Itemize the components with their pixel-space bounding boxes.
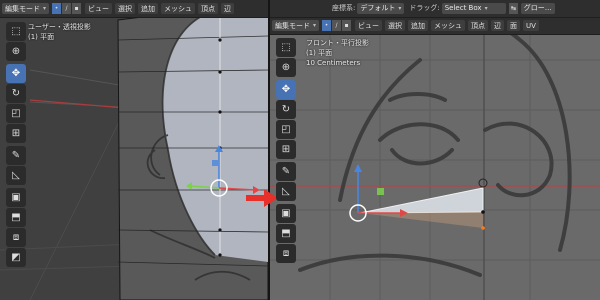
viewport-left-scene[interactable] [0, 0, 268, 300]
menu-face-right[interactable]: 面 [507, 20, 521, 32]
coordinate-value: デフォルト [360, 4, 396, 13]
view-name: ユーザー・透視投影 [28, 23, 91, 31]
mode-dropdown-label: 編集モード [5, 4, 40, 13]
annotate-icon[interactable]: ✎ [6, 146, 26, 165]
menu-vertex-left[interactable]: 頂点 [198, 3, 219, 14]
face-select-icon[interactable]: ▪ [72, 3, 82, 14]
menu-edge-left[interactable]: 辺 [221, 3, 235, 14]
object-name: (1) 平面 [306, 49, 333, 57]
menu-add-right[interactable]: 追加 [408, 20, 429, 32]
scale-icon[interactable]: ◰ [276, 120, 296, 139]
annotate-icon[interactable]: ✎ [276, 162, 296, 181]
menu-select-right[interactable]: 選択 [385, 20, 406, 32]
left-header: 編集モード ▾ • / ▪ ビュー 選択 追加 メッシュ 頂点 辺 [0, 0, 268, 18]
menu-add-left[interactable]: 追加 [138, 3, 159, 14]
drag-dropdown[interactable]: Select Box ▾ [441, 2, 506, 14]
move-icon[interactable]: ✥ [6, 64, 26, 83]
drag-label: ドラッグ: [409, 4, 440, 13]
rotate-icon[interactable]: ↻ [276, 100, 296, 119]
measure-icon[interactable]: ◺ [276, 182, 296, 201]
measure-icon[interactable]: ◺ [6, 166, 26, 185]
inset-icon[interactable]: ⧈ [6, 228, 26, 247]
view-name: フロント・平行投影 [306, 39, 369, 47]
coordinate-dropdown[interactable]: デフォルト ▾ [357, 2, 405, 14]
select-mode-group-right: • / ▪ [322, 20, 352, 32]
menu-select-left[interactable]: 選択 [115, 3, 136, 14]
add-cube-icon[interactable]: ▣ [6, 188, 26, 207]
grid-scale: 10 Centimeters [306, 59, 361, 67]
add-cube-icon[interactable]: ▣ [276, 204, 296, 223]
chevron-down-icon: ▾ [484, 4, 488, 12]
transform-icon[interactable]: ⊞ [276, 140, 296, 159]
face-select-icon[interactable]: ▪ [342, 20, 352, 32]
edge-select-icon[interactable]: / [332, 20, 342, 32]
mode-dropdown-label: 編集モード [275, 21, 310, 30]
transform-icon[interactable]: ⊞ [6, 124, 26, 143]
coordinate-label: 座標系: [332, 4, 356, 13]
chevron-down-icon: ▾ [398, 4, 402, 12]
vertex-select-icon[interactable]: • [322, 20, 332, 32]
object-name: (1) 平面 [28, 33, 55, 41]
pivot-icon[interactable]: ↹ [508, 2, 518, 14]
rotate-icon[interactable]: ↻ [6, 84, 26, 103]
menu-view-left[interactable]: ビュー [85, 3, 113, 14]
pivot-group: ↹ [508, 2, 519, 14]
select-mode-group-left: • / ▪ [52, 3, 82, 14]
select-box-icon[interactable]: ⬚ [6, 22, 26, 41]
right-header-row-bottom: 編集モード ▾ • / ▪ ビュー 選択 追加 メッシュ 頂点 辺 面 UV [270, 16, 600, 35]
chevron-down-icon: ▾ [43, 5, 47, 12]
global-value: グロー… [523, 4, 552, 13]
extrude-icon[interactable]: ⬒ [6, 208, 26, 227]
menu-mesh-right[interactable]: メッシュ [431, 20, 466, 32]
move-icon[interactable]: ✥ [276, 80, 296, 99]
viewport-info-left: ユーザー・透視投影 (1) 平面 [28, 22, 91, 42]
vertex-select-icon[interactable]: • [52, 3, 62, 14]
cursor-icon[interactable]: ⊕ [6, 42, 26, 61]
menu-edge-right[interactable]: 辺 [491, 20, 505, 32]
viewport-info-right: フロント・平行投影 (1) 平面 10 Centimeters [306, 38, 369, 68]
viewport-left[interactable]: 編集モード ▾ • / ▪ ビュー 選択 追加 メッシュ 頂点 辺 ユーザー・透… [0, 0, 268, 300]
select-box-icon[interactable]: ⬚ [276, 38, 296, 57]
drag-value: Select Box [444, 4, 482, 13]
cursor-icon[interactable]: ⊕ [276, 58, 296, 77]
right-header: 座標系: デフォルト ▾ ドラッグ: Select Box ▾ ↹ グロー… 編… [270, 0, 600, 35]
toolbar-right: ⬚ ⊕ ✥ ↻ ◰ ⊞ ✎ ◺ ▣ ⬒ ⧈ [275, 38, 297, 264]
menu-vertex-right[interactable]: 頂点 [468, 20, 489, 32]
toolbar-left: ⬚ ⊕ ✥ ↻ ◰ ⊞ ✎ ◺ ▣ ⬒ ⧈ ◩ [5, 22, 27, 268]
chevron-down-icon: ▾ [313, 22, 317, 30]
mode-dropdown-left[interactable]: 編集モード ▾ [2, 3, 50, 14]
viewport-right[interactable]: 座標系: デフォルト ▾ ドラッグ: Select Box ▾ ↹ グロー… 編… [270, 0, 600, 300]
menu-view-right[interactable]: ビュー [355, 20, 383, 32]
inset-icon[interactable]: ⧈ [276, 244, 296, 263]
edge-select-icon[interactable]: / [62, 3, 72, 14]
menu-uv-right[interactable]: UV [523, 20, 539, 32]
bevel-icon[interactable]: ◩ [6, 248, 26, 267]
extrude-icon[interactable]: ⬒ [276, 224, 296, 243]
menu-mesh-left[interactable]: メッシュ [161, 3, 196, 14]
screenshot: 編集モード ▾ • / ▪ ビュー 選択 追加 メッシュ 頂点 辺 ユーザー・透… [0, 0, 600, 300]
scale-icon[interactable]: ◰ [6, 104, 26, 123]
mode-dropdown-right[interactable]: 編集モード ▾ [272, 20, 320, 32]
right-header-row-top: 座標系: デフォルト ▾ ドラッグ: Select Box ▾ ↹ グロー… [270, 0, 600, 17]
global-dropdown[interactable]: グロー… [520, 2, 555, 14]
